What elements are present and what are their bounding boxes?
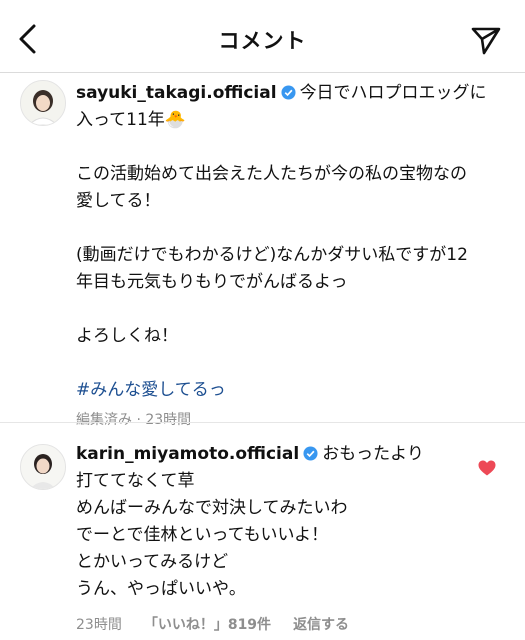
chick-emoji: 🐣 (164, 110, 186, 130)
comment-meta: 編集済み · 23時間 (76, 412, 192, 428)
avatar[interactable] (20, 444, 66, 490)
comment-text: おもったより (322, 444, 424, 464)
comment-text: (動画だけでもわかるけど)なんかダサい私ですが12 (76, 245, 468, 265)
comment: sayuki_takagi.official 今日でハロプロエッグに 入って11年… (76, 80, 506, 430)
verified-badge-icon (281, 85, 296, 100)
comment-text: うん、やっぱいいや。 (76, 579, 246, 599)
comment-text: よろしくね！ (76, 326, 178, 346)
comment-text: 入って11年 (76, 110, 165, 130)
header: コメント (0, 0, 525, 78)
username[interactable]: sayuki_takagi.official (76, 83, 277, 103)
comment-text: でーとで佳林といってもいいよ！ (76, 525, 329, 545)
page-title: コメント (218, 29, 307, 53)
paper-plane-icon (471, 27, 501, 55)
send-button[interactable] (470, 24, 502, 56)
comment-text: めんばーみんなで対決してみたいわ (76, 498, 348, 518)
username[interactable]: karin_miyamoto.official (76, 444, 299, 464)
comment-text: 年目も元気もりもりでがんばるよっ (76, 272, 348, 292)
hashtag-link[interactable]: #みんな愛してるっ (76, 377, 506, 404)
comment-time: 23時間 (76, 617, 122, 633)
header-divider (0, 72, 525, 73)
avatar[interactable] (20, 80, 66, 126)
comment-meta: 23時間 「いいね！」819件 返信する (76, 615, 476, 635)
comment-separator (0, 422, 525, 423)
comment: karin_miyamoto.official おもったより 打ててなくて草 めん… (76, 441, 476, 635)
comment-text: 愛してる！ (76, 191, 161, 211)
like-button[interactable] (478, 460, 496, 476)
comment-text: この活動始めて出会えた人たちが今の私の宝物なの (76, 164, 467, 184)
comment-text: 打ててなくて草 (76, 471, 195, 491)
heart-icon (478, 460, 496, 476)
likes-count[interactable]: 「いいね！」819件 (144, 617, 271, 633)
comment-text: 今日でハロプロエッグに (299, 83, 487, 103)
comment-text: とかいってみるけど (76, 552, 229, 572)
verified-badge-icon (303, 446, 318, 461)
reply-button[interactable]: 返信する (293, 617, 349, 633)
